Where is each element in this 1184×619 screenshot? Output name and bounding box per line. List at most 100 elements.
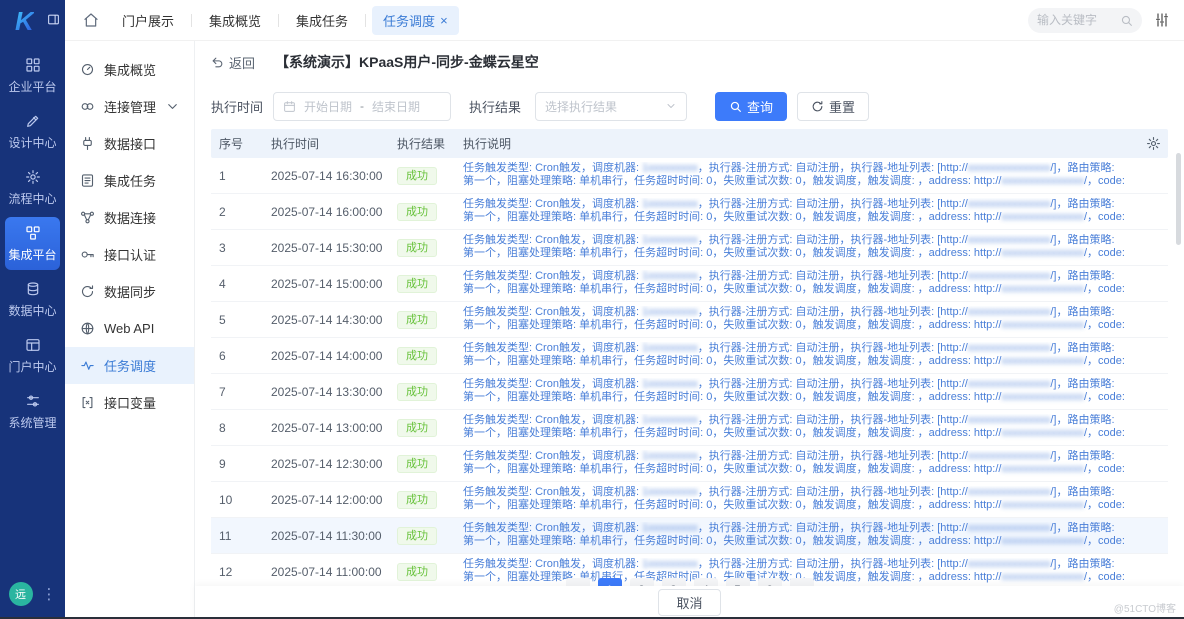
row-description: 任务触发类型: Cron触发，调度机器: 1xxxxxxxxx，执行器-注册方式… (455, 378, 1134, 406)
sidebar-item-label: 数据接口 (104, 134, 156, 153)
search-input[interactable] (1037, 13, 1114, 27)
masked-text: xxxxxxxxxxxxxxx (1001, 283, 1084, 295)
desc-text: ，执行器-注册方式: 自动注册，执行器-地址列表: [http:// (698, 198, 968, 210)
sidebar-item[interactable]: 任务调度 (65, 347, 194, 384)
back-button[interactable]: 返回 (211, 53, 255, 72)
collapse-panel-icon[interactable] (47, 13, 60, 26)
sidebar-item[interactable]: 接口变量 (65, 384, 194, 421)
table-row[interactable]: 52025-07-14 14:30:00成功任务触发类型: Cron触发，调度机… (211, 302, 1168, 338)
sidebar-item[interactable]: 接口认证 (65, 236, 194, 273)
status-badge: 成功 (397, 347, 437, 365)
rail-item-grid[interactable]: 企业平台 (5, 49, 60, 102)
table-row[interactable]: 42025-07-14 15:00:00成功任务触发类型: Cron触发，调度机… (211, 266, 1168, 302)
table-row[interactable]: 92025-07-14 12:30:00成功任务触发类型: Cron触发，调度机… (211, 446, 1168, 482)
table-row[interactable]: 62025-07-14 14:00:00成功任务触发类型: Cron触发，调度机… (211, 338, 1168, 374)
sidebar-item[interactable]: 数据接口 (65, 125, 194, 162)
row-description: 任务触发类型: Cron触发，调度机器: 1xxxxxxxxx，执行器-注册方式… (455, 270, 1134, 298)
desc-text: 任务触发类型: Cron触发，调度机器: (463, 306, 642, 318)
masked-text: xxxxxxxxxxxxxxx (1001, 463, 1084, 475)
status-badge: 成功 (397, 311, 437, 329)
row-result: 成功 (389, 527, 455, 545)
back-arrow-icon (211, 56, 224, 69)
table-row[interactable]: 72025-07-14 13:30:00成功任务触发类型: Cron触发，调度机… (211, 374, 1168, 410)
sidebar-menu: 集成概览连接管理数据接口集成任务数据连接接口认证数据同步Web API任务调度接… (65, 51, 194, 421)
masked-text: 1xxxxxxxxx (642, 342, 698, 354)
sidebar-item[interactable]: 数据连接 (65, 199, 194, 236)
masked-text: 1xxxxxxxxx (642, 414, 698, 426)
rail-item-system[interactable]: 系统管理 (5, 385, 60, 438)
date-end-placeholder[interactable]: 结束日期 (372, 98, 420, 115)
date-range-input[interactable]: 开始日期 - 结束日期 (273, 92, 451, 121)
global-search[interactable] (1028, 8, 1142, 33)
result-select-placeholder: 选择执行结果 (545, 98, 617, 115)
sidebar-item[interactable]: 数据同步 (65, 273, 194, 310)
rail-item-data[interactable]: 数据中心 (5, 273, 60, 326)
col-time: 执行时间 (263, 135, 389, 152)
top-nav-item[interactable]: 任务调度× (372, 6, 459, 35)
desc-text: 任务触发类型: Cron触发，调度机器: (463, 234, 642, 246)
top-nav-item[interactable]: 集成任务 (285, 6, 359, 35)
row-description: 任务触发类型: Cron触发，调度机器: 1xxxxxxxxx，执行器-注册方式… (455, 198, 1134, 226)
reset-button[interactable]: 重置 (797, 92, 869, 121)
result-select[interactable]: 选择执行结果 (535, 92, 687, 121)
filter-sliders-icon[interactable] (1154, 12, 1170, 28)
rail-item-design[interactable]: 设计中心 (5, 105, 60, 158)
rail-item-portal[interactable]: 门户中心 (5, 329, 60, 382)
logo-k: K (15, 6, 34, 37)
masked-text: xxxxxxxxxxxxxxx (968, 270, 1051, 282)
avatar[interactable]: 远 (9, 582, 33, 606)
sidebar-item[interactable]: 集成概览 (65, 51, 194, 88)
row-time: 2025-07-14 12:00:00 (263, 493, 389, 507)
time-filter-label: 执行时间 (211, 97, 263, 116)
masked-text: 1xxxxxxxxx (642, 306, 698, 318)
sidebar-item-label: 集成任务 (104, 171, 156, 190)
table-row[interactable]: 112025-07-14 11:30:00成功任务触发类型: Cron触发，调度… (211, 518, 1168, 554)
masked-text: 1xxxxxxxxx (642, 522, 698, 534)
table-row[interactable]: 102025-07-14 12:00:00成功任务触发类型: Cron触发，调度… (211, 482, 1168, 518)
desc-text: 任务触发类型: Cron触发，调度机器: (463, 270, 642, 282)
more-dots-icon[interactable]: ⋮ (42, 587, 57, 602)
desc-text: 任务触发类型: Cron触发，调度机器: (463, 378, 642, 390)
search-button[interactable]: 查询 (715, 92, 787, 121)
column-settings-gear-icon[interactable] (1146, 136, 1161, 151)
sync-icon (80, 284, 95, 299)
row-description: 任务触发类型: Cron触发，调度机器: 1xxxxxxxxx，执行器-注册方式… (455, 162, 1134, 190)
table-row[interactable]: 32025-07-14 15:30:00成功任务触发类型: Cron触发，调度机… (211, 230, 1168, 266)
masked-text: xxxxxxxxxxxxxxx (1001, 499, 1084, 511)
variable-icon (80, 395, 95, 410)
row-result: 成功 (389, 203, 455, 221)
date-start-placeholder[interactable]: 开始日期 (304, 98, 352, 115)
row-result: 成功 (389, 311, 455, 329)
status-badge: 成功 (397, 239, 437, 257)
row-time: 2025-07-14 14:30:00 (263, 313, 389, 327)
rail-item-flow[interactable]: 流程中心 (5, 161, 60, 214)
cancel-button[interactable]: 取消 (658, 589, 720, 616)
table-row[interactable]: 82025-07-14 13:00:00成功任务触发类型: Cron触发，调度机… (211, 410, 1168, 446)
table-row[interactable]: 22025-07-14 16:00:00成功任务触发类型: Cron触发，调度机… (211, 194, 1168, 230)
top-nav-item[interactable]: 门户展示 (111, 6, 185, 35)
desc-text: ，执行器-注册方式: 自动注册，执行器-地址列表: [http:// (698, 306, 968, 318)
masked-text: 1xxxxxxxxx (642, 558, 698, 570)
rail-item-label: 数据中心 (8, 302, 56, 319)
flow-icon (25, 169, 41, 185)
top-nav-label: 门户展示 (122, 11, 174, 30)
row-index: 6 (211, 349, 263, 363)
table-row[interactable]: 12025-07-14 16:30:00成功任务触发类型: Cron触发，调度机… (211, 158, 1168, 194)
rail-item-label: 系统管理 (8, 414, 56, 431)
desc-text: ，执行器-注册方式: 自动注册，执行器-地址列表: [http:// (698, 450, 968, 462)
rail-item-label: 设计中心 (8, 134, 56, 151)
close-icon[interactable]: × (440, 14, 448, 27)
row-result: 成功 (389, 419, 455, 437)
sidebar-item[interactable]: 集成任务 (65, 162, 194, 199)
rail-item-integration[interactable]: 集成平台 (5, 217, 60, 270)
scrollbar-thumb[interactable] (1176, 153, 1181, 245)
status-badge: 成功 (397, 491, 437, 509)
nav-divider (278, 14, 279, 27)
content-area: 集成概览连接管理数据接口集成任务数据连接接口认证数据同步Web API任务调度接… (65, 41, 1184, 619)
home-icon[interactable] (83, 12, 99, 28)
top-nav-item[interactable]: 集成概览 (198, 6, 272, 35)
calendar-icon (283, 100, 296, 113)
sidebar-item[interactable]: Web API (65, 310, 194, 347)
app: K 企业平台设计中心流程中心集成平台数据中心门户中心系统管理 远 ⋮ 门户展示集… (0, 0, 1184, 619)
sidebar-item[interactable]: 连接管理 (65, 88, 194, 125)
